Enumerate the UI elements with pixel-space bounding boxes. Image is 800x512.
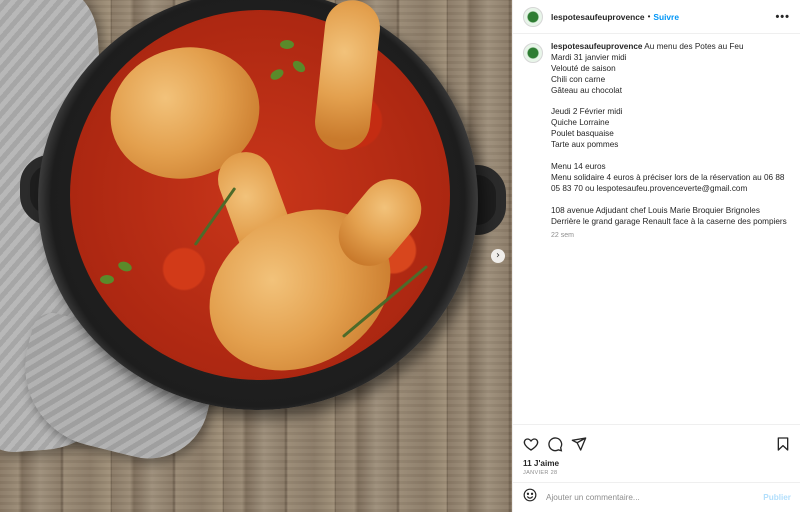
caption-line: Tarte aux pommes [551,140,619,150]
caption-line: Derrière le grand garage Renault face à … [551,216,787,226]
caption-avatar[interactable] [523,43,543,63]
caption-line: Gâteau au chocolat [551,85,623,95]
caption-username-link[interactable]: lespotesaufeuprovence [551,42,642,51]
caption-first-line: Au menu des Potes au Feu [644,42,744,51]
heart-icon[interactable] [523,436,539,452]
post-actions-section: 11 J'aime JANVIER 28 [513,424,800,476]
post-image[interactable]: › [0,0,512,512]
action-bar [513,425,800,455]
comment-bar: Publier [513,482,800,512]
caption-line: Menu solidaire 4 euros à préciser lors d… [551,172,787,193]
comment-input[interactable] [546,493,764,502]
chevron-right-icon[interactable]: › [491,249,505,263]
post-date: JANVIER 28 [523,470,558,476]
send-icon[interactable] [571,436,587,452]
avatar[interactable] [523,6,543,27]
caption-line [551,151,793,162]
post-side-panel: lespotesaufeuprovence • Suivre ••• lespo… [512,0,800,512]
caption-line: Mardi 31 janvier midi [551,52,627,62]
post-caption: lespotesaufeuprovence Au menu des Potes … [523,42,793,242]
caption-line: Velouté de saison [551,63,616,73]
caption-line [551,195,793,206]
caption-line: Menu 14 euros [551,161,606,171]
caption-line: Jeudi 2 Février midi [551,107,623,117]
caption-line [551,97,793,108]
publish-button[interactable]: Publier [763,493,791,502]
caption-line: Chili con carne [551,74,606,84]
caption-line: Quiche Lorraine [551,118,610,128]
comment-icon[interactable] [547,436,563,452]
likes-count[interactable]: 11 J'aime [513,455,800,468]
more-options-icon[interactable]: ••• [775,11,790,23]
post-timestamp[interactable]: 22 sem [551,231,793,242]
caption-line: 108 avenue Adjudant chef Louis Marie Bro… [551,205,760,215]
username-link[interactable]: lespotesaufeuprovence [551,12,645,22]
post-header: lespotesaufeuprovence • Suivre ••• [513,0,800,34]
emoji-icon[interactable] [523,488,537,507]
follow-button[interactable]: Suivre [653,12,679,22]
bookmark-icon[interactable] [775,436,791,452]
caption-line: Poulet basquaise [551,129,614,139]
